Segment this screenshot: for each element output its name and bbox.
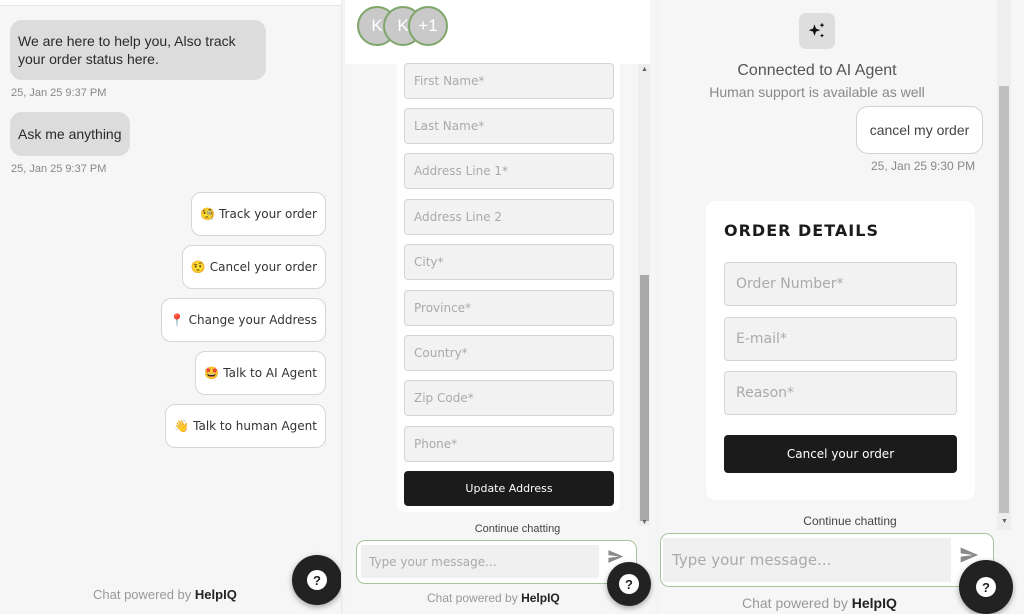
pin-icon: 📍 [169,313,185,327]
powered-by: Chat powered by HelpIQ [742,595,897,611]
continue-chatting-link[interactable]: Continue chatting [345,523,655,535]
chat-panel-address: K K +1 First Name* Last Name* Address Li… [345,0,655,614]
quick-reply-change-address[interactable]: 📍 Change your Address [160,298,326,342]
address-line1-field[interactable]: Address Line 1* [404,153,614,189]
brand-name: HelpIQ [194,587,237,602]
question-icon: ? [307,570,327,590]
quick-reply-ai-agent[interactable]: 🤩 Talk to AI Agent [195,351,326,395]
address-line2-field[interactable]: Address Line 2 [404,199,614,235]
bot-message-text: We are here to help you, Also track your… [18,33,236,67]
last-name-field[interactable]: Last Name* [404,108,614,144]
question-icon: ? [619,574,639,594]
powered-by-prefix: Chat powered by [427,591,522,605]
help-button[interactable]: ? [292,555,341,605]
scroll-up-arrow-icon[interactable]: ▲ [641,66,648,73]
ai-sparkle-badge [799,13,835,49]
message-timestamp: 25, Jan 25 9:30 PM [871,159,976,173]
field-placeholder: Last Name* [414,119,485,133]
raised-eyebrow-face-icon: 🤨 [190,260,206,274]
field-placeholder: Reason* [736,385,795,401]
continue-chatting-link[interactable]: Continue chatting [660,514,1024,528]
message-placeholder: Type your message... [369,554,497,569]
agents-header: K K +1 [345,0,650,64]
scrollbar-thumb[interactable] [640,275,649,521]
email-field[interactable]: E-mail* [724,317,957,361]
quick-reply-label: Track your order [218,207,317,221]
field-placeholder: Address Line 1* [414,164,509,178]
phone-field[interactable]: Phone* [404,426,614,462]
chat-panel-ai-agent: Connected to AI Agent Human support is a… [660,0,1024,614]
field-placeholder: Phone* [414,437,458,451]
bot-message-text: Ask me anything [18,126,122,142]
field-placeholder: Zip Code* [414,391,474,405]
message-timestamp: 25, Jan 25 9:37 PM [11,163,107,175]
question-icon: ? [976,577,996,597]
quick-reply-label: Talk to human Agent [193,419,317,433]
powered-by-prefix: Chat powered by [742,595,852,611]
reason-field[interactable]: Reason* [724,371,957,415]
order-number-field[interactable]: Order Number* [724,262,957,306]
field-placeholder: City* [414,255,444,269]
powered-by: Chat powered by HelpIQ [93,587,237,602]
chat-panel-menu: We are here to help you, Also track your… [0,0,342,614]
quick-reply-label: Cancel your order [209,260,317,274]
first-name-field[interactable]: First Name* [404,63,614,99]
connected-subtitle: Human support is available as well [709,84,925,100]
field-placeholder: Address Line 2 [414,210,503,224]
quick-reply-cancel-order[interactable]: 🤨 Cancel your order [181,245,326,289]
help-button[interactable]: ? [607,562,651,606]
help-button[interactable]: ? [959,560,1013,614]
more-agents-avatar: +1 [408,6,448,46]
panel-header-strip [0,0,341,6]
connected-title: Connected to AI Agent [737,62,897,79]
bot-message: Ask me anything [10,112,130,156]
field-placeholder: Country* [414,346,468,360]
quick-reply-human-agent[interactable]: 👋 Talk to human Agent [165,404,326,448]
province-field[interactable]: Province* [404,290,614,326]
user-message: cancel my order [856,106,983,154]
order-details-title: ORDER DETAILS [724,221,879,240]
quick-reply-label: Talk to AI Agent [223,366,317,380]
city-field[interactable]: City* [404,244,614,280]
brand-name: HelpIQ [851,595,897,611]
quick-reply-track-order[interactable]: 🧐 Track your order [191,192,326,236]
country-field[interactable]: Country* [404,335,614,371]
monocle-face-icon: 🧐 [200,207,215,221]
bot-message: We are here to help you, Also track your… [10,20,266,80]
update-address-button[interactable]: Update Address [404,471,614,506]
message-placeholder: Type your message... [672,551,832,569]
message-input[interactable]: Type your message... [361,545,599,578]
zip-code-field[interactable]: Zip Code* [404,380,614,416]
cancel-order-button[interactable]: Cancel your order [724,435,957,473]
field-placeholder: First Name* [414,74,485,88]
message-timestamp: 25, Jan 25 9:37 PM [11,87,107,99]
user-message-text: cancel my order [869,122,970,138]
star-struck-face-icon: 🤩 [204,366,220,380]
field-placeholder: Order Number* [736,276,844,292]
field-placeholder: E-mail* [736,331,787,347]
powered-by: Chat powered by HelpIQ [427,591,560,605]
field-placeholder: Province* [414,301,472,315]
sparkle-icon [808,22,825,38]
waving-hand-icon: 👋 [174,419,190,433]
quick-reply-label: Change your Address [188,313,317,327]
brand-name: HelpIQ [521,591,560,605]
scrollbar-thumb[interactable] [999,86,1009,513]
message-input[interactable]: Type your message... [663,538,951,582]
powered-by-prefix: Chat powered by [93,587,195,602]
